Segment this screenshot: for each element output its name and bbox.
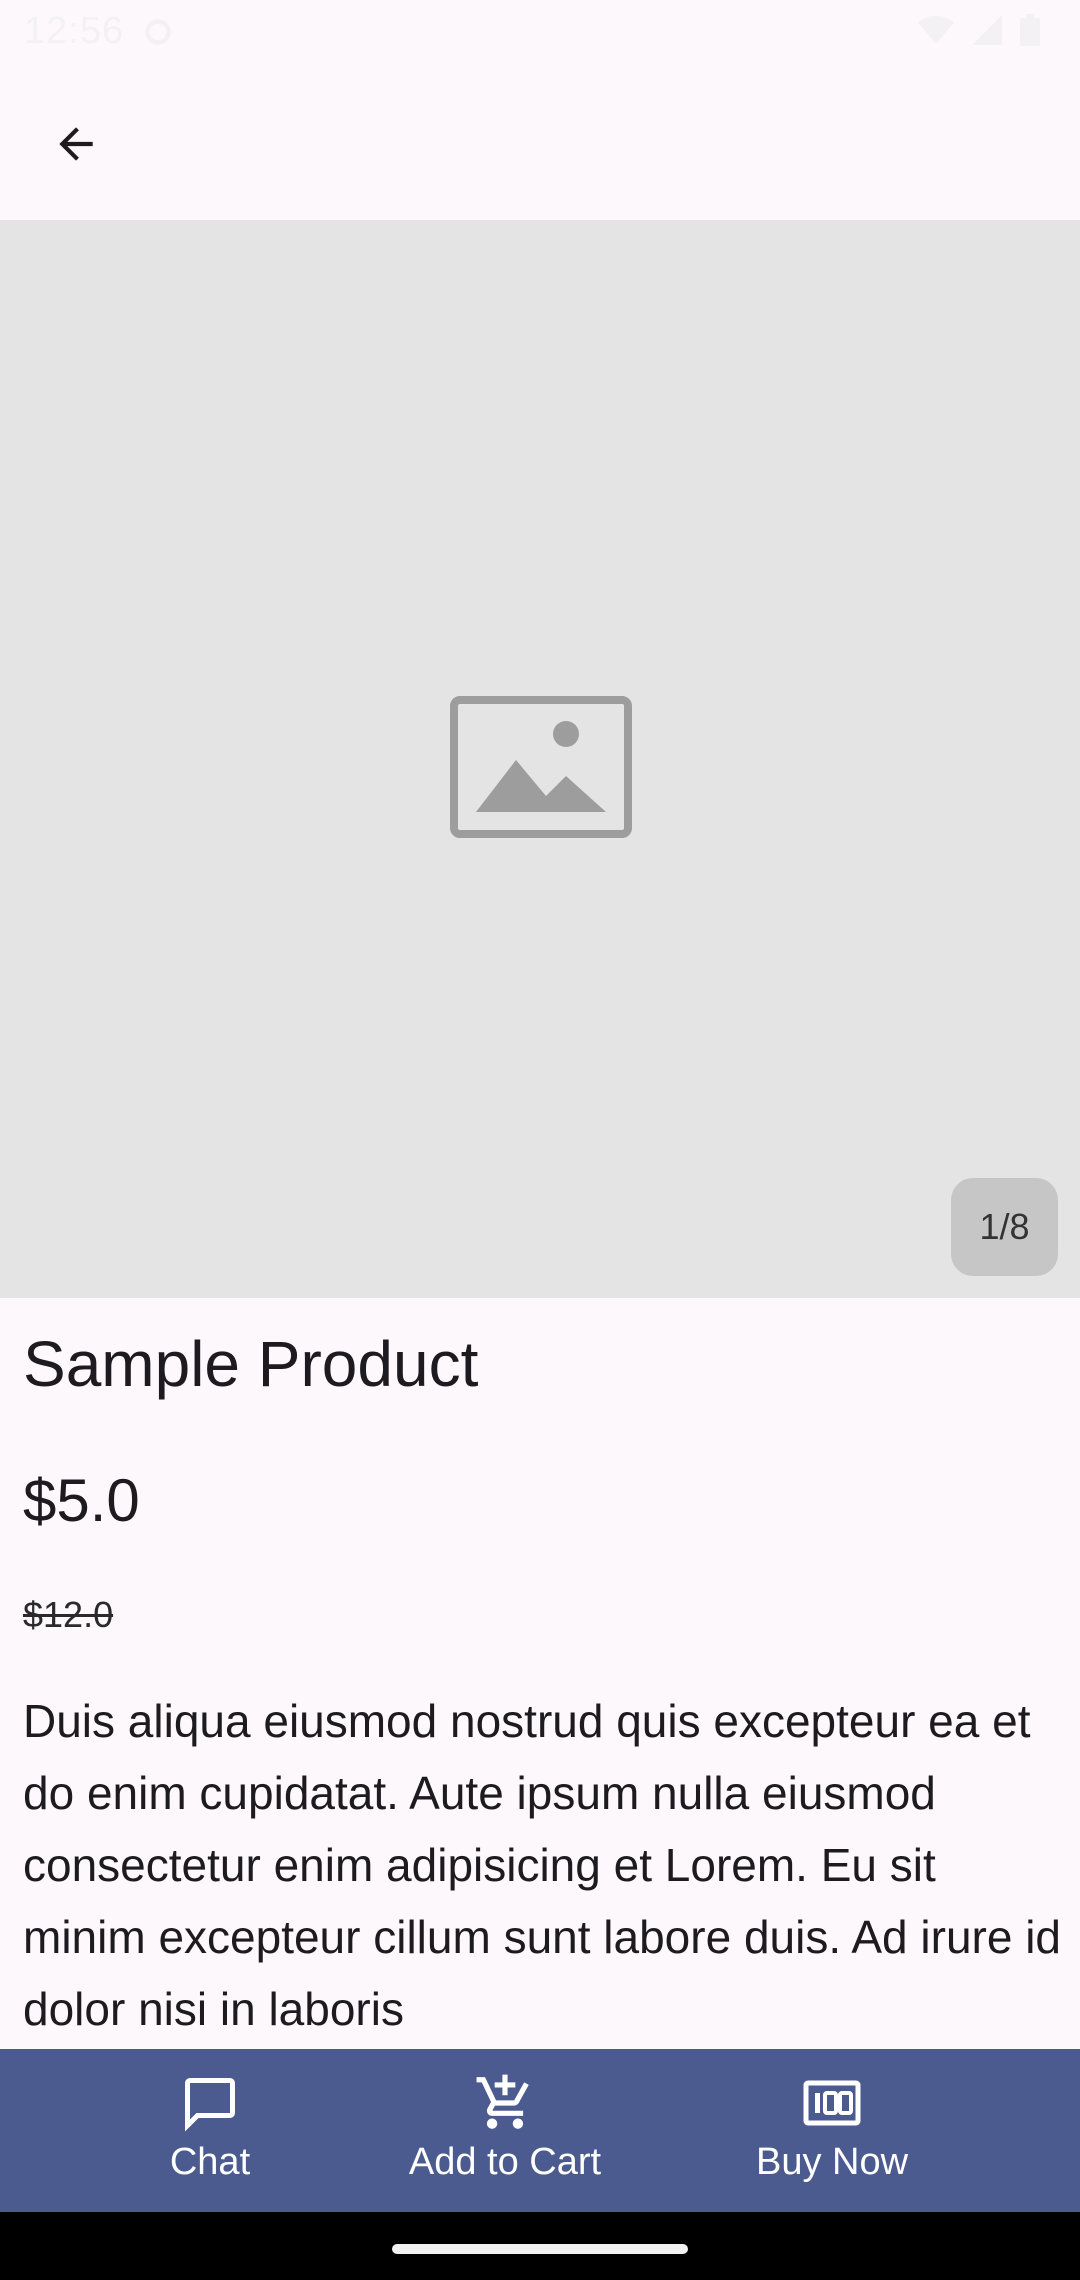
system-navigation-bar (0, 2212, 1080, 2280)
buy-now-label: Buy Now (755, 2141, 909, 2183)
chat-button[interactable]: Chat (120, 2049, 300, 2212)
image-page-counter: 1/8 (951, 1178, 1058, 1276)
image-placeholder-icon (450, 696, 632, 838)
battery-icon (1020, 14, 1040, 46)
status-time: 12:56 (24, 10, 125, 52)
arrow-back-icon (51, 119, 101, 174)
signal-icon (972, 15, 1002, 45)
add-to-cart-button[interactable]: Add to Cart (380, 2049, 630, 2212)
app-bar (0, 66, 1080, 220)
status-icons (918, 14, 1040, 46)
chat-label: Chat (169, 2141, 251, 2183)
buy-now-button[interactable]: Buy Now (720, 2049, 944, 2212)
add-shopping-cart-icon (474, 2073, 536, 2133)
wifi-icon (918, 15, 954, 45)
product-description: Duis aliqua eiusmod nostrud quis excepte… (23, 1695, 1062, 2035)
home-gesture-handle[interactable] (392, 2244, 688, 2254)
status-bar: 12:56 (0, 0, 1080, 66)
settings-gear-icon (140, 14, 176, 50)
product-image-gallery[interactable]: 1/8 (0, 220, 1080, 1298)
add-to-cart-label: Add to Cart (408, 2141, 602, 2183)
product-title: Sample Product (23, 1328, 479, 1400)
original-price: $12.0 (23, 1594, 114, 1635)
bottom-action-bar: Chat Add to Cart Buy Now (0, 2049, 1080, 2212)
screen: 12:56 1/8 Sample Product $5.0 $12.0 Duis… (0, 0, 1080, 2280)
chat-icon (179, 2073, 241, 2133)
back-button[interactable] (36, 106, 116, 186)
money-icon (803, 2073, 861, 2133)
product-price: $5.0 (23, 1467, 140, 1534)
